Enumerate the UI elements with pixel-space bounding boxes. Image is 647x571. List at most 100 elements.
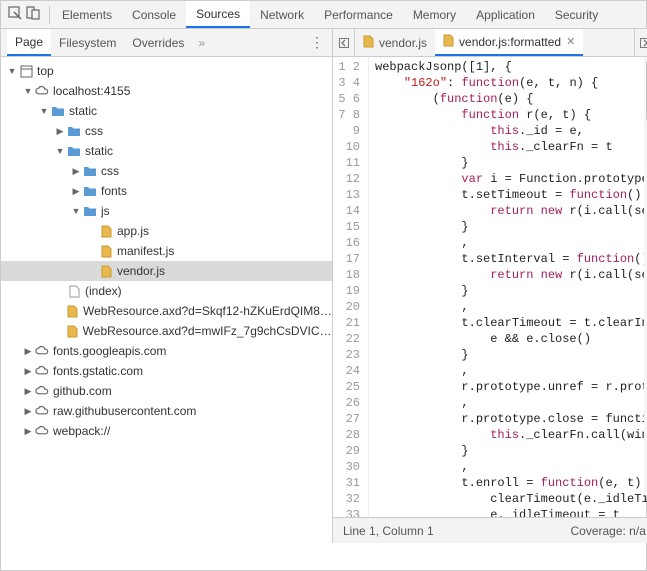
expand-arrow-icon[interactable]: ▼ — [71, 206, 81, 216]
cloud-icon — [35, 424, 49, 438]
cloud-icon — [35, 84, 49, 98]
tree-item[interactable]: ▶ webpack:// — [1, 421, 332, 441]
file-tree: ▼top▼localhost:4155▼static▶css▼static▶cs… — [1, 57, 332, 543]
tree-item-label: js — [101, 204, 110, 218]
line-gutter: 1 2 3 4 5 6 7 8 9 10 11 12 13 14 15 16 1… — [333, 57, 369, 517]
navigator-tabs: PageFilesystemOverrides » ⋮ — [1, 29, 332, 57]
cloud-icon — [35, 344, 49, 358]
tab-elements[interactable]: Elements — [52, 1, 122, 28]
tab-security[interactable]: Security — [545, 1, 608, 28]
tree-item-label: top — [37, 64, 54, 78]
nav-tab-overrides[interactable]: Overrides — [124, 29, 192, 56]
tree-item[interactable]: ▶ fonts — [1, 181, 332, 201]
tree-item[interactable]: ▶css — [1, 161, 332, 181]
file-tabs: vendor.js vendor.js:formatted ✕ — [333, 29, 647, 57]
tree-item[interactable]: ▶ css — [1, 121, 332, 141]
panel-options-icon[interactable]: ⋮ — [302, 34, 332, 51]
tree-item-label: fonts — [101, 184, 127, 198]
tree-item[interactable]: ▼static — [1, 141, 332, 161]
tree-item[interactable]: ▶ raw.githubusercontent.com — [1, 401, 332, 421]
page-icon — [67, 284, 81, 298]
ypage-icon — [99, 244, 113, 258]
expand-arrow-icon[interactable]: ▶ — [55, 126, 65, 137]
tree-item-label: manifest.js — [117, 244, 174, 258]
tree-item[interactable]: ▶fonts.gstatic.com — [1, 361, 332, 381]
inspect-icon[interactable] — [7, 5, 23, 24]
ypage-icon — [66, 324, 79, 338]
tree-item[interactable]: ▶ fonts.googleapis.com — [1, 341, 332, 361]
expand-arrow-icon[interactable]: ▶ — [23, 366, 33, 377]
expand-arrow-icon[interactable]: ▶ — [23, 406, 33, 417]
tree-item-label: raw.githubusercontent.com — [53, 404, 196, 418]
devtools-top-tabs: ElementsConsoleSourcesNetworkPerformance… — [1, 1, 646, 29]
editor-panel: vendor.js vendor.js:formatted ✕ 1 2 3 4 5 … — [333, 29, 647, 543]
cursor-position: Line 1, Column 1 — [343, 524, 434, 538]
ypage-icon — [66, 304, 79, 318]
file-tab-label: vendor.js:formatted — [459, 35, 561, 49]
tree-item-label: webpack:// — [53, 424, 110, 438]
tool-icons-group — [1, 5, 47, 24]
ypage-icon — [99, 224, 113, 238]
folder-icon — [83, 184, 97, 198]
expand-arrow-icon[interactable]: ▼ — [39, 106, 49, 116]
tree-item[interactable]: ▼ top — [1, 61, 332, 81]
folder-icon — [67, 144, 81, 158]
expand-arrow-icon[interactable]: ▶ — [23, 386, 33, 397]
cloud-icon — [35, 364, 49, 378]
tree-item-label: WebResource.axd?d=mwIFz_7g9chCsDVICaiegI… — [83, 324, 332, 338]
code-editor[interactable]: 1 2 3 4 5 6 7 8 9 10 11 12 13 14 15 16 1… — [333, 57, 647, 517]
tree-item-label: (index) — [85, 284, 122, 298]
expand-arrow-icon[interactable]: ▼ — [55, 146, 65, 156]
tree-item-label: css — [85, 124, 103, 138]
expand-arrow-icon[interactable]: ▶ — [71, 186, 81, 197]
cloud-icon — [35, 404, 49, 418]
tree-item-label: app.js — [117, 224, 149, 238]
code-content[interactable]: webpackJsonp([1], { "162o": function(e, … — [369, 57, 647, 517]
expand-arrow-icon[interactable]: ▼ — [7, 66, 17, 76]
file-icon — [443, 34, 454, 50]
tab-network[interactable]: Network — [250, 1, 314, 28]
tree-item[interactable]: ▶ github.com — [1, 381, 332, 401]
file-tab-label: vendor.js — [379, 36, 427, 50]
tree-item[interactable]: (index) — [1, 281, 332, 301]
tree-item-label: vendor.js — [117, 264, 165, 278]
tree-item[interactable]: ▼ static — [1, 101, 332, 121]
tree-item[interactable]: ▼localhost:4155 — [1, 81, 332, 101]
tab-sources[interactable]: Sources — [186, 1, 250, 28]
separator — [49, 6, 50, 24]
ypage-icon — [99, 264, 113, 278]
file-icon — [363, 35, 374, 51]
tabs-scroll-right-icon[interactable] — [634, 29, 647, 56]
tree-item-label: WebResource.axd?d=Skqf12-hZKuErdQIM8bIXM… — [83, 304, 332, 318]
folder-icon — [67, 124, 81, 138]
expand-arrow-icon[interactable]: ▶ — [23, 426, 33, 437]
tree-item[interactable]: manifest.js — [1, 241, 332, 261]
nav-tab-page[interactable]: Page — [7, 29, 51, 56]
coverage-status: Coverage: n/a — [570, 524, 645, 538]
tree-item[interactable]: WebResource.axd?d=mwIFz_7g9chCsDVICaiegI… — [1, 321, 332, 341]
expand-arrow-icon[interactable]: ▶ — [71, 166, 81, 177]
device-toggle-icon[interactable] — [25, 5, 41, 24]
file-tab[interactable]: vendor.js — [355, 29, 435, 56]
tree-item[interactable]: WebResource.axd?d=Skqf12-hZKuErdQIM8bIXM… — [1, 301, 332, 321]
tab-console[interactable]: Console — [122, 1, 186, 28]
expand-arrow-icon[interactable]: ▶ — [23, 346, 33, 357]
tree-item[interactable]: app.js — [1, 221, 332, 241]
tab-memory[interactable]: Memory — [403, 1, 466, 28]
tree-item[interactable]: vendor.js — [1, 261, 332, 281]
tree-item-label: fonts.googleapis.com — [53, 344, 166, 358]
tree-item-label: github.com — [53, 384, 112, 398]
nav-tab-filesystem[interactable]: Filesystem — [51, 29, 124, 56]
more-tabs-icon[interactable]: » — [192, 36, 211, 50]
tree-item-label: static — [69, 104, 97, 118]
tabs-scroll-left-icon[interactable] — [333, 29, 355, 56]
tab-application[interactable]: Application — [466, 1, 545, 28]
navigator-panel: PageFilesystemOverrides » ⋮ ▼ top ▼localho… — [1, 29, 333, 543]
tab-performance[interactable]: Performance — [314, 1, 403, 28]
status-bar: Line 1, Column 1 Coverage: n/a — [333, 517, 647, 543]
file-tab[interactable]: vendor.js:formatted ✕ — [435, 29, 583, 56]
close-icon[interactable]: ✕ — [566, 35, 575, 48]
tree-item[interactable]: ▼ js — [1, 201, 332, 221]
expand-arrow-icon[interactable]: ▼ — [23, 86, 33, 96]
folder-icon — [83, 164, 97, 178]
